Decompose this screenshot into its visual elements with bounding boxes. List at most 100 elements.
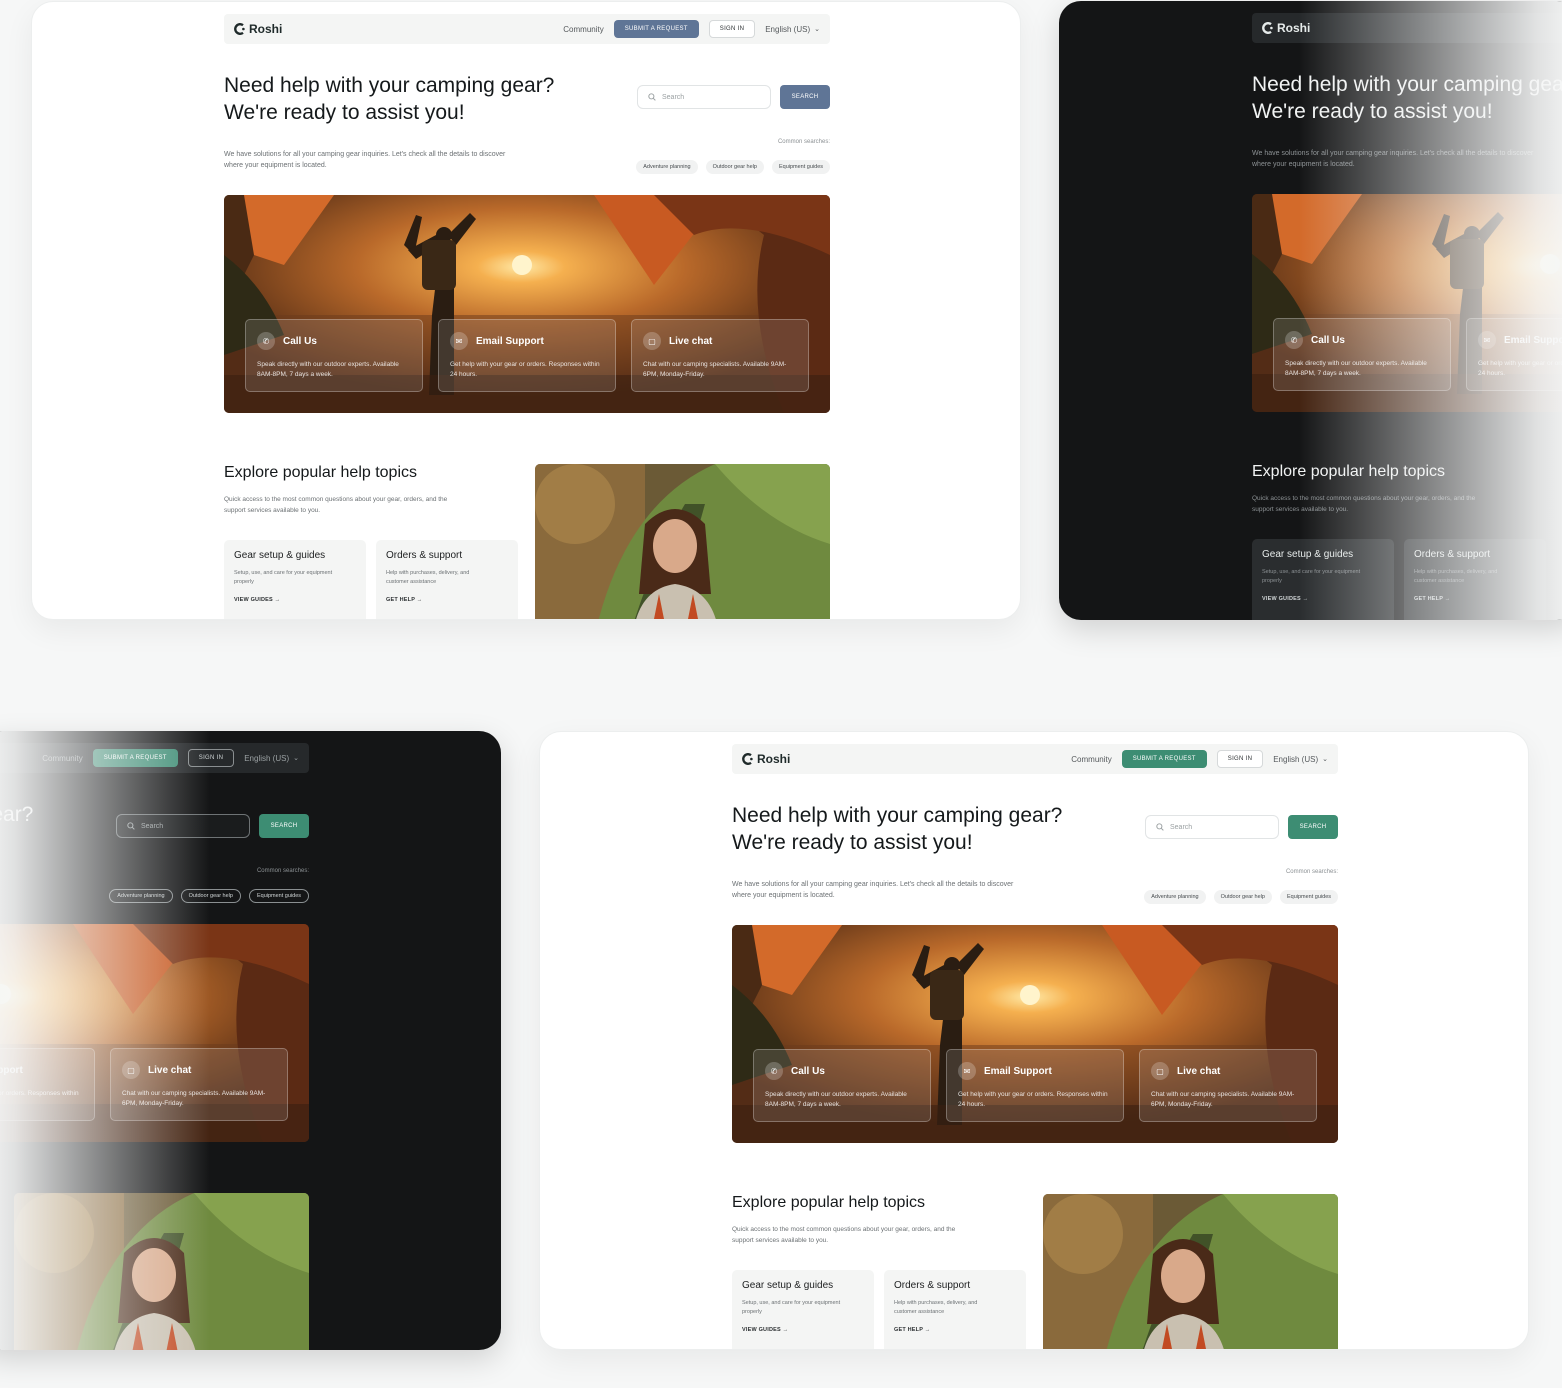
logo[interactable]: Roshi [742,752,790,766]
search-chips: Adventure planning Outdoor gear help Equ… [1144,890,1338,904]
submit-request-button[interactable]: SUBMIT A REQUEST [1121,750,1207,768]
topic-desc: Help with purchases, delivery, and custo… [894,1300,978,1315]
contact-card-chat[interactable]: ▢ Live chat Chat with our camping special… [1139,1049,1317,1122]
topic-card-gear[interactable]: Gear setup & guides Setup, use, and care… [1252,539,1394,620]
submit-request-button[interactable]: SUBMIT A REQUEST [92,749,178,767]
contact-card-desc: Get help with your gear or orders. Respo… [450,361,600,378]
site-preview: Roshi Community SUBMIT A REQUEST SIGN IN… [1252,1,1562,620]
language-select[interactable]: English (US) ⌄ [765,25,820,34]
search-input[interactable]: Search [116,814,250,838]
topic-card-orders[interactable]: Orders & support Help with purchases, de… [1404,539,1546,620]
language-label: English (US) [244,753,290,763]
contact-card-chat[interactable]: ▢ Live chat Chat with our camping special… [631,319,809,392]
explore-title: Explore popular help topics [732,1194,926,1211]
search-button[interactable]: SEARCH [1288,815,1338,839]
topic-desc: Setup, use, and care for your equipment … [742,1300,841,1315]
contact-card-desc: Get help with your gear or orders. Respo… [1478,360,1562,377]
site-header: Roshi Community SUBMIT A REQUEST SIGN IN… [0,743,309,773]
language-select[interactable]: English (US) ⌄ [244,754,299,763]
woman-in-tent-image [14,1193,309,1350]
logo-icon [742,753,753,765]
contact-card-email[interactable]: ✉Email Support Get help with your gear o… [438,319,616,392]
topic-card-gear[interactable]: Gear setup & guides Setup, use, and care… [732,1270,874,1349]
contact-card-call[interactable]: ✆ Call Us Speak directly with our outdoor… [753,1049,931,1122]
topic-card-orders[interactable]: Orders & support Help with purchases, de… [884,1270,1026,1349]
view-guides-link[interactable]: VIEW GUIDES → [234,597,356,603]
hero-subtitle: We have solutions for all your camping g… [224,151,506,169]
brand-name: Roshi [757,752,791,766]
view-guides-link[interactable]: VIEW GUIDES → [742,1327,864,1333]
camper-portrait-image [535,464,830,619]
preview-dark-blue: Roshi Community SUBMIT A REQUEST SIGN IN… [1059,1,1562,620]
topic-desc: Setup, use, and care for your equipment … [234,570,333,585]
phone-icon: ✆ [257,332,275,350]
contact-card-title: Live chat [1177,1065,1221,1077]
woman-in-tent-image [535,464,830,619]
contact-card-email[interactable]: ✉ Email Support Get help with your gear o… [946,1049,1124,1122]
get-help-link[interactable]: GET HELP → [1414,596,1536,602]
search-button[interactable]: SEARCH [259,814,309,838]
common-searches-label: Common searches: [1285,869,1338,875]
explore-title: Explore popular help topics [1252,463,1446,480]
chat-icon: ▢ [1151,1062,1169,1080]
search-input[interactable]: Search [637,85,771,109]
contact-card-call[interactable]: ✆ Call Us Speak directly with our outdoor… [1273,318,1451,391]
contact-card-title: Email Support [984,1065,1052,1077]
search-icon [127,822,135,830]
site-header: Roshi Community SUBMIT A REQUEST SIGN IN… [224,14,830,44]
search-chips: Adventure planning Outdoor gear help Equ… [109,889,309,903]
common-searches-label: Common searches: [256,868,309,874]
chip-outdoor-gear-help[interactable]: Outdoor gear help [180,889,241,903]
topic-title: Gear setup & guides [234,550,326,561]
view-guides-link[interactable]: VIEW GUIDES → [1262,596,1384,602]
chip-equipment-guides[interactable]: Equipment guides [771,160,830,174]
sign-in-button[interactable]: SIGN IN [1216,750,1264,768]
contact-card-email[interactable]: ✉Email Support Get help with your gear o… [0,1048,95,1121]
logo[interactable]: Roshi [1262,21,1310,35]
search-input[interactable]: Search [1145,815,1279,839]
chip-outdoor-gear-help[interactable]: Outdoor gear help [1213,890,1272,904]
chip-adventure-planning[interactable]: Adventure planning [109,889,173,903]
contact-card-desc: Speak directly with our outdoor experts.… [1285,360,1427,377]
hero-subtitle: We have solutions for all your camping g… [732,881,1014,899]
hero-title: Need help with your camping gear? We're … [224,74,555,124]
brand-name: Roshi [1277,21,1311,35]
topic-card-gear[interactable]: Gear setup & guides Setup, use, and care… [224,540,366,619]
get-help-link[interactable]: GET HELP → [386,597,508,603]
contact-card-title: Call Us [283,335,317,347]
chip-outdoor-gear-help[interactable]: Outdoor gear help [705,160,764,174]
contact-card-call[interactable]: ✆ Call Us Speak directly with our outdoor… [245,319,423,392]
contact-card-email[interactable]: ✉Email Support Get help with your gear o… [1466,318,1562,391]
woman-in-tent-image [1043,1194,1338,1349]
chevron-down-icon: ⌄ [293,755,299,762]
chip-equipment-guides[interactable]: Equipment guides [248,889,309,903]
topic-title: Gear setup & guides [742,1280,834,1291]
logo-icon [234,23,245,35]
chip-equipment-guides[interactable]: Equipment guides [1279,890,1338,904]
search-icon [648,93,656,101]
submit-request-button[interactable]: SUBMIT A REQUEST [613,20,699,38]
get-help-link[interactable]: GET HELP → [894,1327,1016,1333]
sign-in-button[interactable]: SIGN IN [187,749,235,767]
contact-card-desc: Get help with your gear or orders. Respo… [0,1090,79,1097]
sign-in-button[interactable]: SIGN IN [708,20,756,38]
contact-card-desc: Speak directly with our outdoor experts.… [765,1091,907,1108]
nav-community[interactable]: Community [1071,755,1111,764]
chip-adventure-planning[interactable]: Adventure planning [1144,890,1206,904]
topic-desc: Setup, use, and care for your equipment … [1262,569,1361,584]
chip-adventure-planning[interactable]: Adventure planning [636,160,698,174]
contact-card-chat[interactable]: ▢ Live chat Chat with our camping special… [110,1048,288,1121]
contact-card-title: Live chat [669,335,713,347]
nav-community[interactable]: Community [563,25,603,34]
topic-card-orders[interactable]: Orders & support Help with purchases, de… [376,540,518,619]
contact-card-desc: Chat with our camping specialists. Avail… [122,1090,266,1107]
search-button[interactable]: SEARCH [780,85,830,109]
search-placeholder: Search [141,822,164,830]
nav-community[interactable]: Community [42,754,82,763]
contact-card-desc: Get help with your gear or orders. Respo… [958,1091,1108,1108]
language-select[interactable]: English (US) ⌄ [1273,755,1328,764]
topic-title: Orders & support [894,1280,971,1291]
hero-image: ✆ Call Us Speak directly with our outdoor… [732,925,1338,1143]
mail-icon: ✉ [958,1062,976,1080]
logo[interactable]: Roshi [234,22,282,36]
